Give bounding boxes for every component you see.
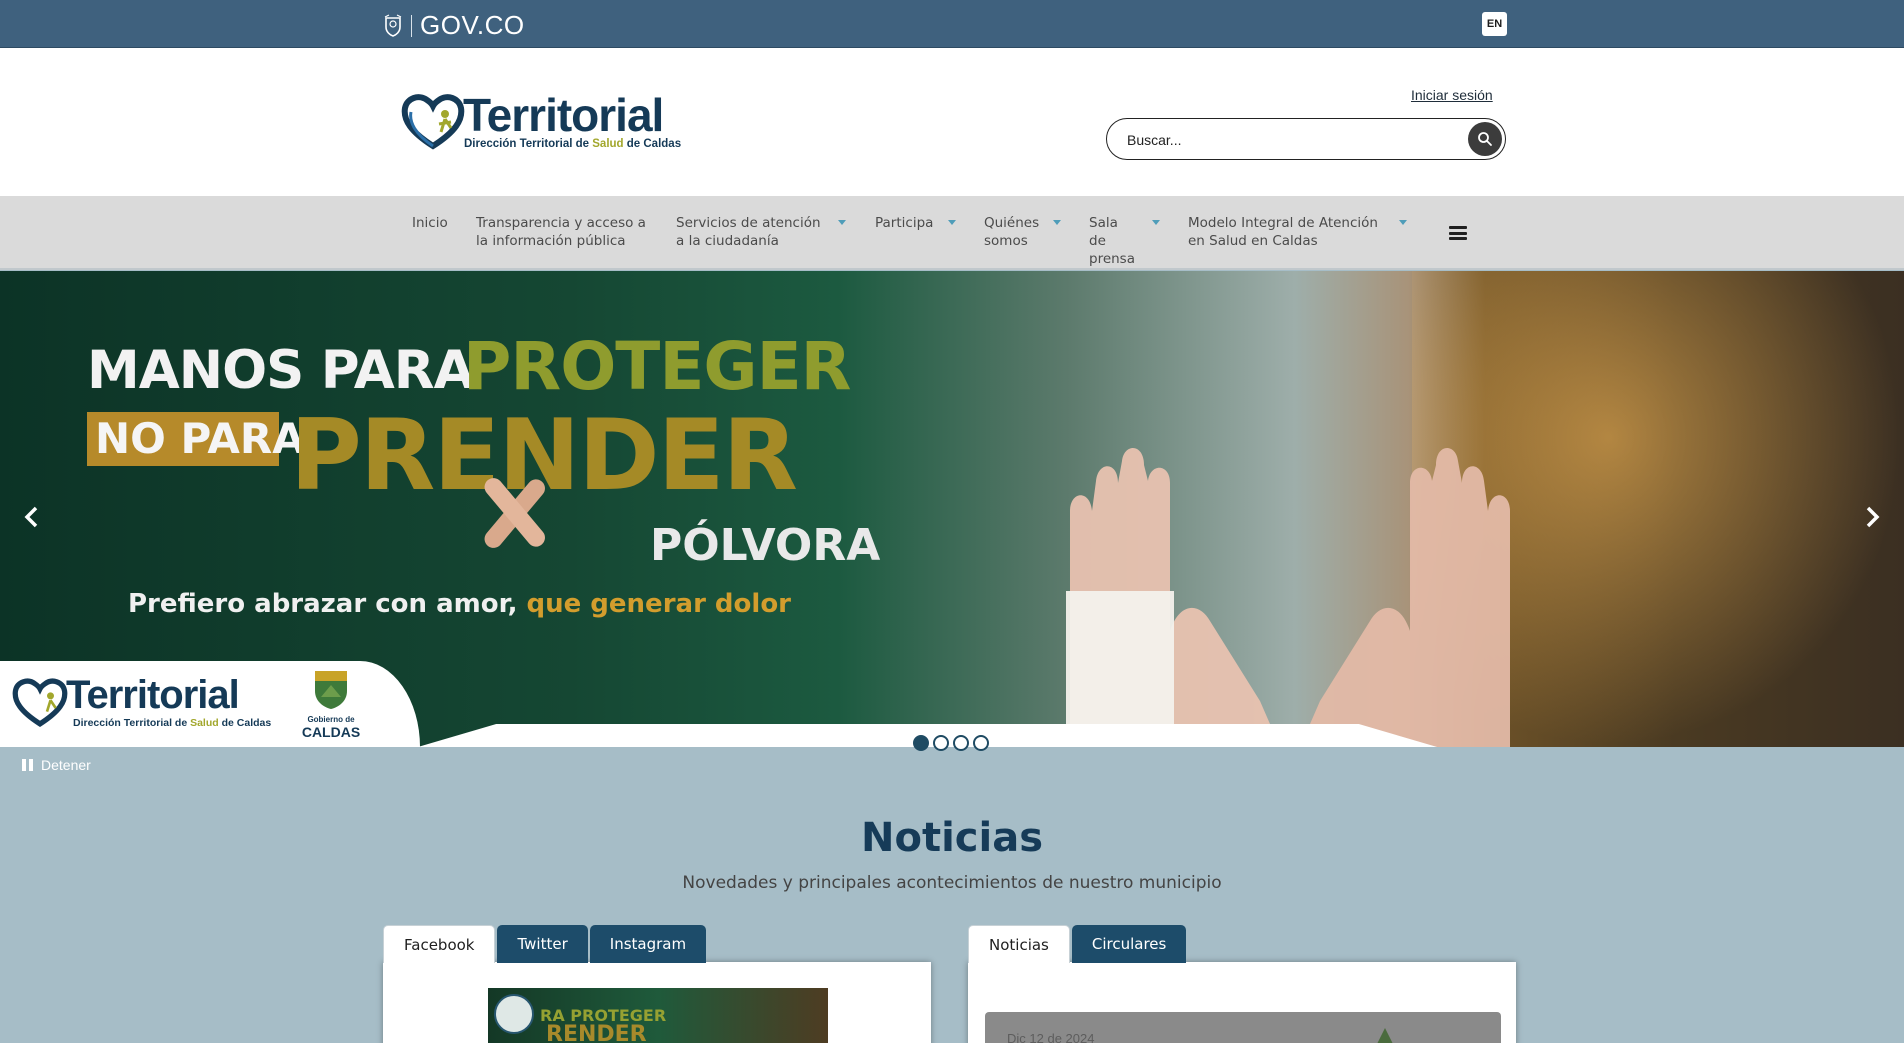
hero-title-line3: NO PARA	[95, 414, 305, 463]
carousel-indicators	[913, 735, 989, 751]
govco-divider	[411, 14, 412, 37]
hero-brand-badge: Territorial Dirección Territorial de Sal…	[0, 661, 420, 747]
chevron-down-icon[interactable]	[1399, 220, 1407, 225]
brand-subtitle-highlight: Salud	[592, 138, 624, 150]
tab-instagram[interactable]: Instagram	[589, 925, 707, 963]
carousel-dot[interactable]	[913, 735, 929, 751]
badge-brand-name: Territorial	[66, 673, 240, 717]
hands-illustration-icon	[1066, 447, 1510, 747]
news-tabs: Noticias Circulares	[968, 925, 1187, 963]
nav-item-quienes-somos[interactable]: Quiénes somos	[984, 214, 1039, 250]
nav-item-inicio[interactable]: Inicio	[412, 214, 448, 232]
colombia-shield-icon	[384, 13, 402, 37]
nav-item-label-line: a la ciudadanía	[676, 233, 779, 249]
hero-title-line1: MANOS PARA	[87, 340, 475, 401]
govco-logo[interactable]: GOV.CO	[383, 10, 525, 41]
nav-item-label-line: Sala	[1089, 215, 1118, 231]
heart-logo-icon	[12, 678, 68, 727]
nav-item-modelo-integral[interactable]: Modelo Integral de Atención en Salud en …	[1188, 214, 1378, 250]
hamburger-icon[interactable]	[1449, 226, 1467, 240]
facebook-post-thumbnail[interactable]: RA PROTEGER RENDER	[488, 988, 828, 1043]
site-header: Territorial Dirección Territorial de Sal…	[0, 48, 1904, 196]
brand-subtitle-end: de Caldas	[623, 138, 682, 150]
login-link[interactable]: Iniciar sesión	[1411, 87, 1493, 103]
hero-tagline-accent: que generar dolor	[526, 589, 792, 619]
carousel-stop-label: Detener	[41, 757, 91, 773]
hero-title-line5: PÓLVORA	[650, 520, 881, 571]
search-button[interactable]	[1468, 122, 1502, 156]
nav-item-label-line: en Salud en Caldas	[1188, 233, 1318, 249]
caldas-shield-icon	[315, 671, 347, 709]
chevron-right-icon[interactable]	[1860, 505, 1884, 529]
brand-subtitle: Dirección Territorial de Salud de Caldas	[464, 138, 681, 150]
nav-item-label-line: somos	[984, 233, 1028, 249]
hero-carousel: MANOS PARA PROTEGER NO PARA PRENDER PÓLV…	[0, 271, 1904, 747]
nav-item-servicios[interactable]: Servicios de atención a la ciudadanía	[676, 214, 821, 250]
govco-bar: GOV.CO EN	[0, 0, 1904, 48]
carousel-dot[interactable]	[953, 735, 969, 751]
tab-circulares[interactable]: Circulares	[1071, 925, 1187, 963]
nav-item-label-line: Servicios de atención	[676, 215, 821, 231]
tab-facebook[interactable]: Facebook	[383, 925, 496, 963]
nav-item-label-line: Quiénes	[984, 215, 1040, 231]
nav-item-label-line: la información pública	[476, 233, 626, 249]
gobierno-label: Gobierno de	[307, 715, 355, 724]
govco-text: GOV.CO	[420, 10, 525, 40]
language-button[interactable]: EN	[1482, 12, 1507, 36]
gobierno-caldas-logo: Gobierno de CALDAS	[296, 667, 366, 741]
nav-item-label-line: prensa	[1089, 251, 1135, 267]
social-tabs: Facebook Twitter Instagram	[383, 925, 707, 963]
carousel-dot[interactable]	[973, 735, 989, 751]
nav-item-transparencia[interactable]: Transparencia y acceso a la información …	[476, 214, 646, 250]
badge-subtitle-start: Dirección Territorial de	[73, 717, 191, 729]
heart-logo-icon	[401, 94, 465, 150]
tab-noticias[interactable]: Noticias	[968, 925, 1070, 963]
news-section-title: Noticias	[860, 815, 1043, 861]
chevron-down-icon[interactable]	[1053, 220, 1061, 225]
badge-brand-subtitle: Dirección Territorial de Salud de Caldas	[73, 717, 271, 729]
nav-item-label-line: Modelo Integral de Atención	[1188, 215, 1378, 231]
chevron-down-icon[interactable]	[838, 220, 846, 225]
brand-logo[interactable]: Territorial Dirección Territorial de Sal…	[401, 88, 691, 158]
search-box	[1106, 118, 1506, 160]
badge-subtitle-highlight: Salud	[190, 717, 219, 729]
search-input[interactable]	[1127, 129, 1457, 151]
nav-item-sala-de-prensa[interactable]: Sala de prensa	[1089, 214, 1135, 268]
news-card-date: Dic 12 de 2024	[1007, 1031, 1095, 1043]
search-icon	[1478, 132, 1492, 146]
brand-subtitle-start: Dirección Territorial de	[464, 138, 593, 150]
hero-tagline: Prefiero abrazar con amor, que generar d…	[128, 589, 791, 619]
chevron-left-icon[interactable]	[20, 505, 44, 529]
nav-item-label: Inicio	[412, 215, 448, 231]
nav-item-label-line: de	[1089, 233, 1106, 249]
chevron-down-icon[interactable]	[1152, 220, 1160, 225]
hero-tagline-start: Prefiero abrazar con amor,	[128, 589, 527, 619]
carousel-stop-button[interactable]: Detener	[22, 757, 91, 773]
chevron-down-icon[interactable]	[948, 220, 956, 225]
badge-subtitle-end: de Caldas	[218, 717, 272, 729]
page-avatar	[494, 994, 534, 1034]
brand-name: Territorial	[463, 89, 664, 141]
tab-twitter[interactable]: Twitter	[497, 925, 588, 963]
pause-icon	[22, 759, 33, 771]
nav-item-label: Participa	[875, 215, 934, 231]
news-section-subtitle: Novedades y principales acontecimientos …	[682, 873, 1222, 893]
caldas-label: CALDAS	[301, 724, 361, 740]
nav-item-participa[interactable]: Participa	[875, 214, 933, 232]
carousel-dot[interactable]	[933, 735, 949, 751]
nav-item-label-line: Transparencia y acceso a	[476, 215, 646, 231]
hero-title-line2: PROTEGER	[463, 328, 851, 405]
cross-bandage-icon	[484, 478, 545, 548]
christmas-tree-icon	[1377, 1028, 1393, 1043]
thumbnail-text-line2: RENDER	[546, 1022, 647, 1043]
news-card[interactable]: Dic 12 de 2024	[985, 1012, 1501, 1043]
main-nav: Inicio Transparencia y acceso a la infor…	[0, 196, 1904, 270]
